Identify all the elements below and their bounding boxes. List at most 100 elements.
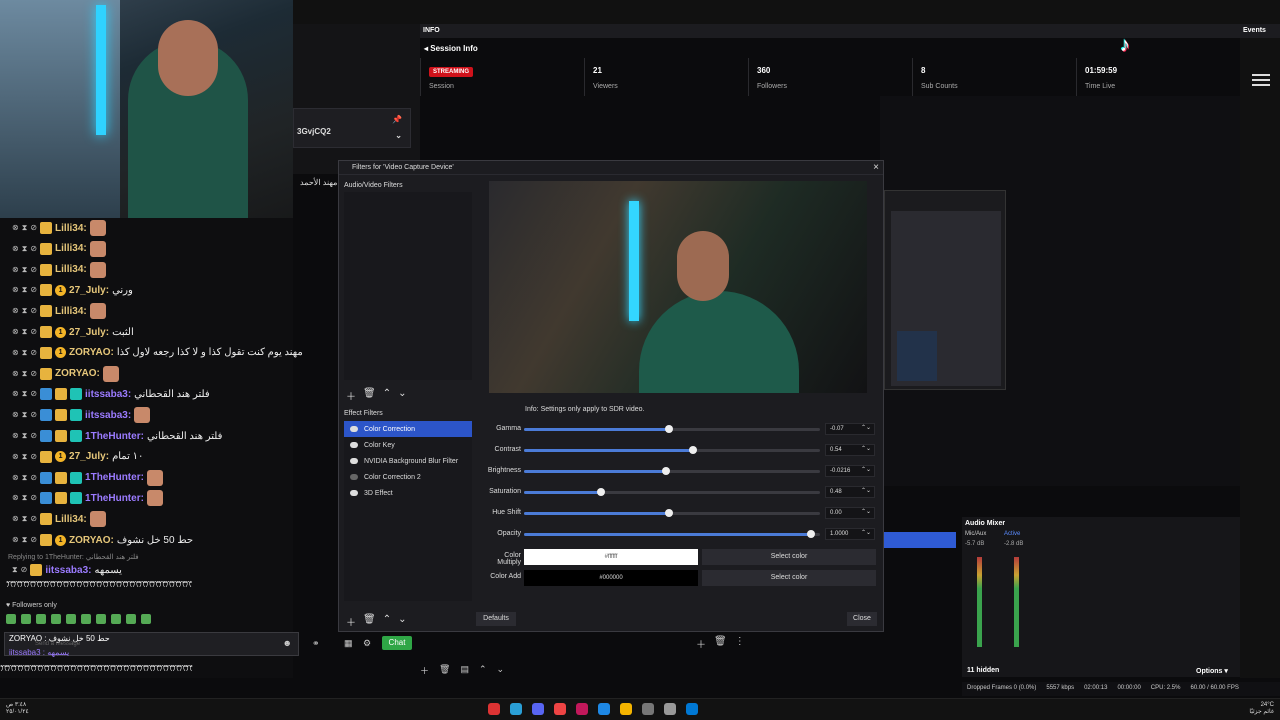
tab-info[interactable]: INFO: [420, 24, 1240, 38]
chat-input[interactable]: ZORYAO : حط 50 خل نشوف Send a message ii…: [4, 632, 299, 657]
scene-dropdown[interactable]: 3GvjCQ2 📌 ⌄: [293, 108, 411, 148]
emote-icon[interactable]: [141, 614, 151, 624]
timeout-icon[interactable]: ⧗: [22, 265, 28, 275]
ban-icon[interactable]: ⊘: [30, 265, 37, 275]
selected-source-row[interactable]: [884, 532, 956, 548]
ban-icon[interactable]: ⊘: [30, 535, 37, 545]
add-icon[interactable]: ＋: [346, 614, 356, 629]
ban-icon[interactable]: ⊘: [30, 306, 37, 316]
visibility-eye-icon[interactable]: [350, 426, 358, 432]
emote-icon[interactable]: [21, 614, 31, 624]
chat-username[interactable]: Lilli34:: [55, 306, 87, 317]
spin-box[interactable]: 1.0000 ⌃⌄: [825, 528, 875, 540]
emoji-icon[interactable]: ☻: [283, 638, 292, 648]
options-button[interactable]: Options ▾: [1196, 667, 1228, 675]
visibility-eye-icon[interactable]: [350, 474, 358, 480]
spin-arrows-icon[interactable]: ⌃⌄: [861, 445, 871, 452]
close-button[interactable]: Close: [847, 612, 877, 626]
delete-icon[interactable]: ⊗: [12, 348, 19, 358]
delete-icon[interactable]: ⊗: [12, 244, 19, 254]
chat-username[interactable]: ZORYAO:: [69, 347, 114, 358]
tab-events[interactable]: Events: [1240, 24, 1280, 38]
emote-icon[interactable]: [51, 614, 61, 624]
select-color-button[interactable]: Select color: [702, 570, 876, 586]
windows-icon[interactable]: [686, 703, 698, 715]
effect-filter-item[interactable]: Color Key: [344, 437, 472, 453]
chat-username[interactable]: Lilli34:: [55, 243, 87, 254]
select-color-button[interactable]: Select color: [702, 549, 876, 565]
chat-username[interactable]: 27_July:: [69, 327, 109, 338]
slider-handle[interactable]: [665, 509, 674, 517]
arrow-down-icon[interactable]: ⌄: [398, 614, 406, 629]
chat-username[interactable]: 1TheHunter:: [85, 472, 144, 483]
arrow-down-icon[interactable]: ⌄: [398, 388, 406, 403]
ban-icon[interactable]: ⊘: [30, 223, 37, 233]
folder-icon[interactable]: [620, 703, 632, 715]
spin-arrows-icon[interactable]: ⌃⌄: [861, 487, 871, 494]
chat-username[interactable]: 1TheHunter:: [85, 431, 144, 442]
spin-arrows-icon[interactable]: ⌃⌄: [861, 424, 871, 431]
chat-username[interactable]: ZORYAO:: [69, 535, 114, 546]
spin-arrows-icon[interactable]: ⌃⌄: [861, 529, 871, 536]
delete-icon[interactable]: ⊗: [12, 265, 19, 275]
ban-icon[interactable]: ⊘: [30, 452, 37, 462]
arrow-down-icon[interactable]: ⌄: [497, 664, 505, 677]
visibility-eye-icon[interactable]: [350, 458, 358, 464]
pin-icon[interactable]: 📌: [392, 115, 402, 124]
slider-handle[interactable]: [665, 425, 674, 433]
av-filters-list[interactable]: [344, 192, 472, 380]
slider-handle[interactable]: [807, 530, 816, 538]
ban-icon[interactable]: ⊘: [30, 369, 37, 379]
timeout-icon[interactable]: ⧗: [22, 327, 28, 337]
chat-username[interactable]: 27_July:: [69, 451, 109, 462]
gift-icon[interactable]: ▦: [344, 638, 353, 649]
app-icon[interactable]: [642, 703, 654, 715]
ban-icon[interactable]: ⊘: [30, 389, 37, 399]
defaults-button[interactable]: Defaults: [476, 612, 516, 626]
delete-icon[interactable]: ⊗: [12, 410, 19, 420]
slider-track[interactable]: [524, 425, 820, 433]
delete-icon[interactable]: ⊗: [12, 327, 19, 337]
emote-icon[interactable]: [66, 614, 76, 624]
delete-icon[interactable]: ⊗: [12, 473, 19, 483]
timeout-icon[interactable]: ⧗: [22, 348, 28, 358]
timeout-icon[interactable]: ⧗: [22, 514, 28, 524]
ban-icon[interactable]: ⊘: [30, 473, 37, 483]
delete-icon[interactable]: ⊗: [12, 493, 19, 503]
slider-track[interactable]: [524, 509, 820, 517]
slider-handle[interactable]: [662, 467, 671, 475]
delete-icon[interactable]: ⊗: [12, 285, 19, 295]
effect-filter-item[interactable]: NVIDIA Background Blur Filter: [344, 453, 472, 469]
chat-username[interactable]: iitssaba3:: [85, 410, 131, 421]
chat-username[interactable]: ZORYAO:: [55, 368, 100, 379]
chevron-down-icon[interactable]: ⌄: [395, 131, 402, 140]
hidden-count[interactable]: 11 hidden: [967, 667, 999, 674]
timeout-icon[interactable]: ⧗: [22, 285, 28, 295]
trash-icon[interactable]: 🗑: [714, 636, 727, 651]
effect-filter-item[interactable]: Color Correction 2: [344, 469, 472, 485]
gear-icon[interactable]: ⚙: [363, 638, 371, 649]
delete-icon[interactable]: ⊗: [12, 389, 19, 399]
spin-box[interactable]: -0.0216 ⌃⌄: [825, 465, 875, 477]
emote-icon[interactable]: [6, 614, 16, 624]
effect-filter-item[interactable]: Color Correction: [344, 421, 472, 437]
add-icon[interactable]: ＋: [346, 388, 356, 403]
slider-track[interactable]: [524, 446, 820, 454]
app-icon[interactable]: [576, 703, 588, 715]
close-icon[interactable]: ×: [873, 162, 879, 173]
ban-icon[interactable]: ⊘: [30, 285, 37, 295]
delete-icon[interactable]: ⊗: [12, 369, 19, 379]
bits-icon[interactable]: ⚭: [312, 638, 320, 649]
slider-handle[interactable]: [688, 446, 697, 454]
delete-icon[interactable]: ⊗: [12, 431, 19, 441]
timeout-icon[interactable]: ⧗: [22, 369, 28, 379]
ban-icon[interactable]: ⊘: [30, 514, 37, 524]
chat-button[interactable]: Chat: [382, 636, 412, 650]
slider-track[interactable]: [524, 530, 820, 538]
weather-widget[interactable]: 24°C غائم جزئيًا: [1249, 702, 1274, 716]
timeout-icon[interactable]: ⧗: [22, 223, 28, 233]
chat-username[interactable]: Lilli34:: [55, 223, 87, 234]
timeout-icon[interactable]: ⧗: [22, 493, 28, 503]
ban-icon[interactable]: ⊘: [30, 493, 37, 503]
more-icon[interactable]: ⋮: [735, 636, 745, 651]
